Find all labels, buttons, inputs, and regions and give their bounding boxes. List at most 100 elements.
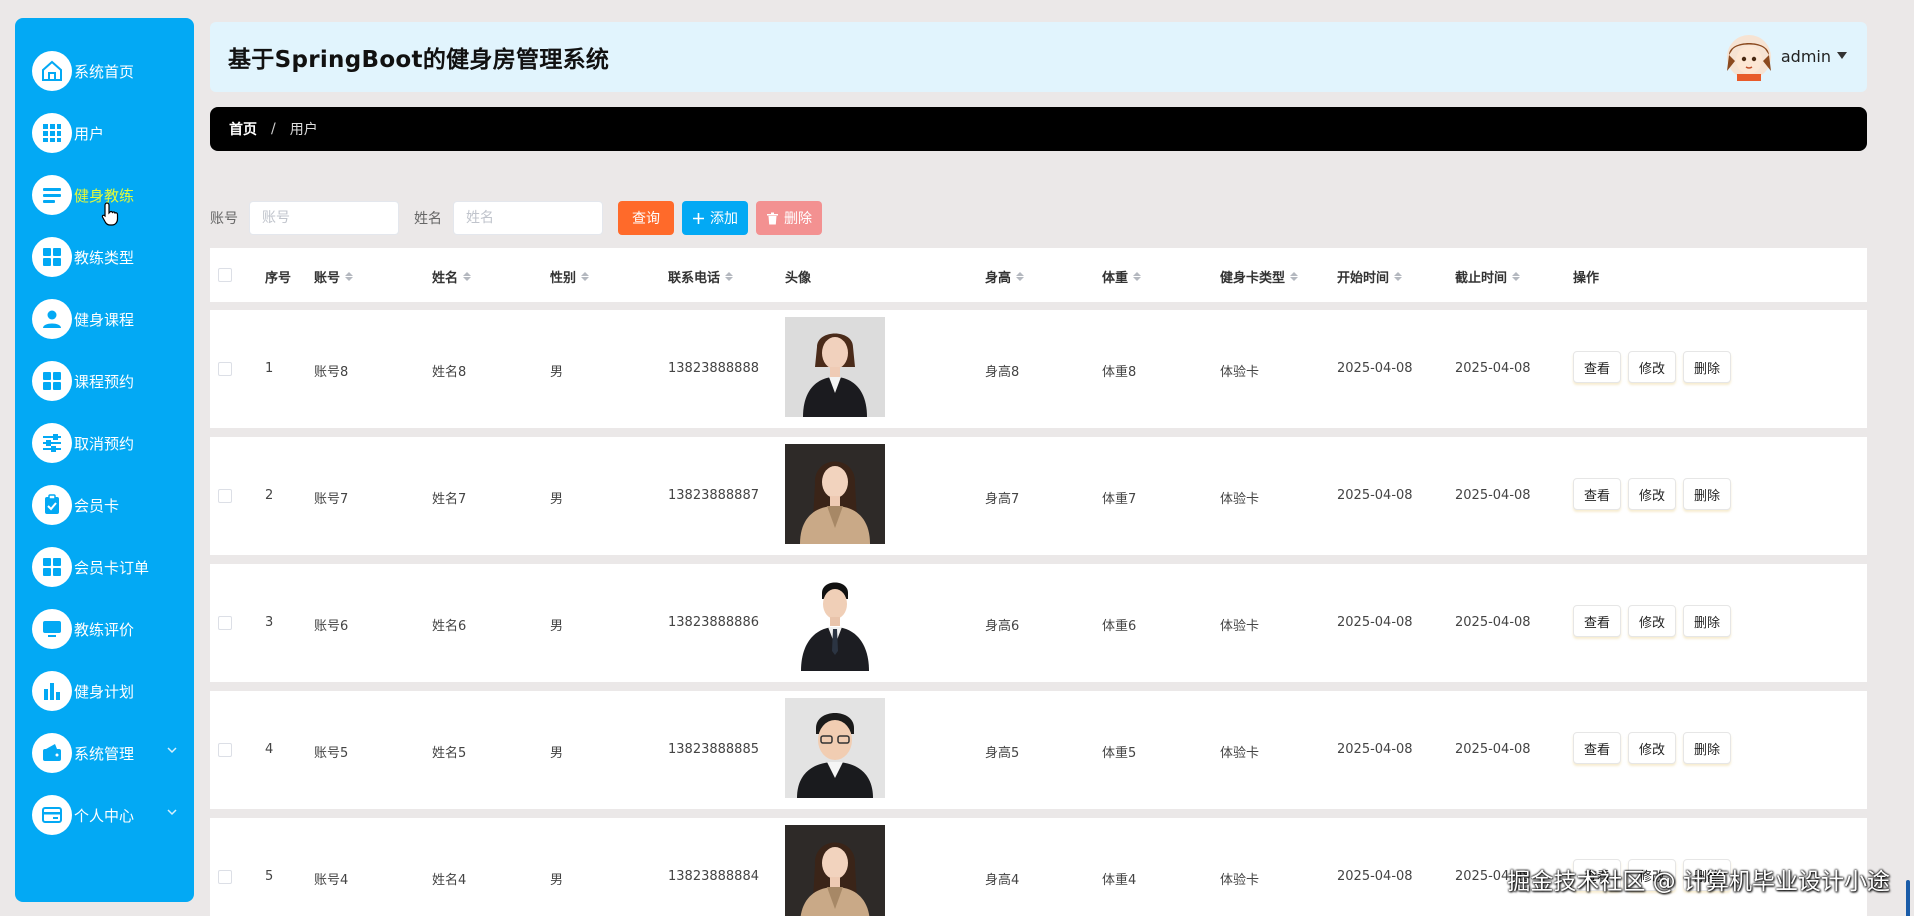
grid-icon	[32, 547, 72, 587]
cell-gender: 男	[550, 619, 564, 634]
sidebar-item-label: 取消预约	[74, 434, 135, 453]
scrollbar-thumb[interactable]	[1906, 880, 1910, 916]
cell-gender: 男	[550, 365, 564, 380]
cell-index: 2	[265, 488, 274, 503]
sidebar-item-users[interactable]: 用户	[15, 102, 194, 164]
cell-end-time: 2025-04-08	[1455, 488, 1531, 503]
view-button[interactable]: 查看	[1573, 351, 1622, 383]
mouse-cursor-icon	[101, 202, 119, 226]
sidebar-item-home[interactable]: 系统首页	[15, 40, 194, 102]
name-label: 姓名	[414, 211, 442, 227]
name-search-input[interactable]	[453, 201, 603, 235]
sort-icon[interactable]	[1133, 272, 1142, 281]
view-button[interactable]: 查看	[1573, 732, 1622, 764]
sort-icon[interactable]	[345, 272, 354, 281]
account-search-input[interactable]	[249, 201, 399, 235]
chevron-down-icon	[167, 747, 177, 754]
sort-icon[interactable]	[1016, 272, 1025, 281]
edit-button[interactable]: 修改	[1628, 732, 1677, 764]
row-checkbox[interactable]	[218, 870, 232, 884]
cell-card-type: 体验卡	[1220, 365, 1260, 380]
cell-account: 账号5	[314, 746, 349, 761]
sidebar-item-courses[interactable]: 健身课程	[15, 288, 194, 350]
cell-height: 身高8	[985, 365, 1020, 380]
table-row: 4 账号5 姓名5 男 13823888885 身高5 体重5 体验卡 2025…	[210, 691, 1867, 809]
row-checkbox[interactable]	[218, 489, 232, 503]
cell-start-time: 2025-04-08	[1337, 361, 1413, 376]
sidebar-item-label: 健身计划	[74, 682, 135, 701]
delete-button-label: 删除	[784, 211, 812, 227]
user-table: 序号 账号 姓名 性别 联系电话 头像 身高 体重 健身卡类型 开始时间 截止时…	[210, 248, 1867, 916]
sidebar-item-bookings[interactable]: 课程预约	[15, 350, 194, 412]
breadcrumb-current: 用户	[289, 122, 318, 138]
row-checkbox[interactable]	[218, 743, 232, 757]
sidebar-item-coach-reviews[interactable]: 教练评价	[15, 598, 194, 660]
cell-start-time: 2025-04-08	[1337, 742, 1413, 757]
avatar-photo[interactable]	[785, 825, 885, 916]
breadcrumb-separator: /	[271, 121, 276, 137]
sidebar-item-system-management[interactable]: 系统管理	[15, 722, 194, 784]
cell-account: 账号8	[314, 365, 349, 380]
delete-button[interactable]: 删除	[1683, 605, 1732, 637]
sidebar: 系统首页 用户 健身教练 教练类型 健身课程 课程预约 取消预约 会员卡 会员卡…	[15, 18, 194, 902]
avatar-photo[interactable]	[785, 698, 885, 798]
sidebar-item-fitness-plans[interactable]: 健身计划	[15, 660, 194, 722]
col-phone: 联系电话	[668, 271, 721, 286]
edit-button[interactable]: 修改	[1628, 605, 1677, 637]
sidebar-item-cancel-bookings[interactable]: 取消预约	[15, 412, 194, 474]
cell-weight: 体重7	[1102, 492, 1137, 507]
sidebar-item-coach-types[interactable]: 教练类型	[15, 226, 194, 288]
sidebar-item-card-orders[interactable]: 会员卡订单	[15, 536, 194, 598]
delete-button[interactable]: 删除	[1683, 732, 1732, 764]
add-button[interactable]: 添加	[682, 201, 748, 235]
row-checkbox[interactable]	[218, 362, 232, 376]
cell-account: 账号6	[314, 619, 349, 634]
cell-gender: 男	[550, 492, 564, 507]
sort-icon[interactable]	[463, 272, 472, 281]
edit-button[interactable]: 修改	[1628, 478, 1677, 510]
cell-height: 身高7	[985, 492, 1020, 507]
avatar-photo[interactable]	[785, 317, 885, 417]
view-button[interactable]: 查看	[1573, 605, 1622, 637]
delete-button[interactable]: 删除	[1683, 478, 1732, 510]
cell-name: 姓名7	[432, 492, 467, 507]
cell-weight: 体重5	[1102, 746, 1137, 761]
sort-icon[interactable]	[1290, 272, 1299, 281]
breadcrumb-home[interactable]: 首页	[229, 119, 257, 139]
edit-button[interactable]: 修改	[1628, 351, 1677, 383]
cell-name: 姓名4	[432, 873, 467, 888]
sort-icon[interactable]	[581, 272, 590, 281]
cell-height: 身高5	[985, 746, 1020, 761]
cell-height: 身高4	[985, 873, 1020, 888]
home-icon	[32, 51, 72, 91]
col-height: 身高	[985, 271, 1012, 286]
delete-button[interactable]: 删除	[1683, 351, 1732, 383]
sidebar-item-member-card[interactable]: 会员卡	[15, 474, 194, 536]
cell-phone: 13823888884	[668, 869, 759, 884]
col-start-time: 开始时间	[1337, 271, 1390, 286]
row-checkbox[interactable]	[218, 616, 232, 630]
sidebar-item-label: 系统管理	[74, 744, 135, 763]
batch-delete-button[interactable]: 删除	[756, 201, 822, 235]
caret-down-icon	[1837, 52, 1847, 59]
cell-card-type: 体验卡	[1220, 492, 1260, 507]
sort-icon[interactable]	[725, 272, 734, 281]
sidebar-item-label: 教练评价	[74, 620, 135, 639]
select-all-checkbox[interactable]	[218, 268, 232, 282]
sort-icon[interactable]	[1512, 272, 1521, 281]
cell-gender: 男	[550, 746, 564, 761]
app-title: 基于SpringBoot的健身房管理系统	[228, 47, 610, 73]
sort-icon[interactable]	[1394, 272, 1403, 281]
sidebar-item-label: 教练类型	[74, 248, 135, 267]
query-button[interactable]: 查询	[618, 201, 674, 235]
view-button[interactable]: 查看	[1573, 478, 1622, 510]
query-button-label: 查询	[632, 211, 660, 227]
avatar-photo[interactable]	[785, 444, 885, 544]
avatar-photo[interactable]	[785, 571, 885, 671]
grid-icon	[32, 113, 72, 153]
user-menu[interactable]: admin	[1725, 31, 1847, 81]
app-header: 基于SpringBoot的健身房管理系统 admin	[210, 22, 1867, 92]
sidebar-item-personal-center[interactable]: 个人中心	[15, 784, 194, 846]
page-scrollbar[interactable]	[1900, 22, 1914, 916]
cell-start-time: 2025-04-08	[1337, 615, 1413, 630]
